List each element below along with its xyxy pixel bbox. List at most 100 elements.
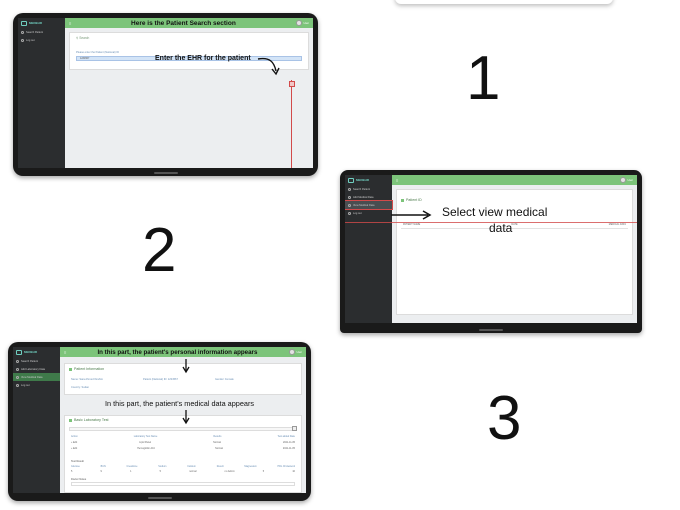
sidebar-item-search-patient[interactable]: Search Patient — [13, 357, 60, 365]
sidebar-item-search-patient[interactable]: Search Patient — [18, 28, 65, 36]
lab-test-heading-label: Basic Laboratory Test — [74, 418, 109, 422]
table-cell: + Edit — [71, 441, 78, 444]
submit-button[interactable] — [289, 81, 295, 87]
sidebar-item-log-out[interactable]: Log out — [345, 209, 392, 217]
table-cell: Laboratory Test Name — [133, 435, 158, 438]
document-icon — [16, 375, 19, 379]
app-logo: MEDEHR — [18, 18, 65, 28]
table-row: + Edit Hemoglobin A1C Normal 2021-11-05 — [71, 447, 295, 450]
table-cell: Hemoglobin A1C — [137, 447, 156, 450]
monitor-icon — [348, 177, 354, 183]
table-header-row: Glucose BUN Creatinine Sodium Calcium Result M… — [71, 465, 295, 468]
user-label[interactable]: User — [297, 351, 302, 354]
avatar[interactable] — [288, 349, 295, 355]
table-cell: Results — [213, 435, 222, 438]
device-hinge — [147, 497, 172, 499]
table-cell: 2021-11-05 — [282, 441, 295, 444]
doctor-notes-field[interactable] — [71, 482, 295, 486]
laptop-step-2: MEDEHR Search Patient Add Medical Data V… — [340, 170, 642, 333]
main-content: ⚲ Search Please enter the Patient (Natio… — [65, 28, 313, 168]
avatar[interactable] — [295, 20, 302, 26]
main-content: Patient Information Name: Sara Ahmed Ibr… — [60, 357, 306, 493]
patient-id: Patient (National) ID: 1234567 — [143, 378, 178, 381]
table-cell: normal — [189, 470, 197, 473]
sidebar-item-label: View Medical Data — [353, 203, 375, 207]
down-arrow-icon — [182, 359, 190, 374]
sidebar-item-label: Log out — [21, 383, 30, 387]
table-cell: HDL Cholesterol — [277, 465, 295, 468]
sidebar-item-log-out[interactable]: Log out — [13, 381, 60, 389]
annotation-medical-data: In this part, the patient's medical data… — [105, 399, 255, 408]
previous-card-edge — [395, 0, 613, 4]
search-heading: ⚲ Search — [76, 36, 89, 40]
user-label[interactable]: User — [304, 22, 309, 25]
table-header-row: Action Laboratory Test Name Results Test ad… — [71, 435, 295, 438]
search-heading-label: Search — [79, 36, 90, 40]
menu-icon[interactable]: ≡ — [396, 178, 398, 183]
table-cell: Result — [216, 465, 224, 468]
sidebar-item-label: Search Patient — [26, 30, 44, 34]
logout-icon — [16, 383, 19, 387]
tablet-step-1: MEDEHR Search Patient Log out ≡ Here is … — [13, 13, 318, 176]
section-title: Here is the Patient Search section — [131, 19, 236, 27]
sidebar-item-add-medical-data[interactable]: Add Medical Data — [345, 193, 392, 201]
sidebar-item-search-patient[interactable]: Search Patient — [345, 185, 392, 193]
logo-text: MEDEHR — [356, 178, 370, 182]
screen-step-1: MEDEHR Search Patient Log out ≡ Here is … — [18, 18, 313, 168]
table-cell: no Admin — [224, 470, 235, 473]
section-title: In this part, the patient's personal inf… — [97, 348, 258, 356]
table-cell: 5 — [262, 470, 265, 473]
patient-name: Name: Sara Ahmed Ibrahim — [71, 378, 104, 381]
sidebar-item-add-laboratory-data[interactable]: Add Laboratory Data — [13, 365, 60, 373]
highlight-line — [291, 80, 292, 168]
table-row: 5 9 1 5 normal no Admin 5 10 — [71, 470, 295, 473]
table-cell: 1 — [130, 470, 132, 473]
panel-heading-label: Patient ID — [406, 198, 422, 202]
search-icon: ⚲ — [76, 36, 79, 40]
annotation-select-view-2: data — [489, 221, 513, 235]
app-logo: MEDEHR — [13, 347, 60, 357]
patient-gender: Gender: Female — [215, 378, 234, 381]
lab-search-input[interactable] — [69, 427, 297, 431]
user-label[interactable]: User — [628, 179, 633, 182]
table-cell: Glucose — [71, 465, 80, 468]
panel-icon — [69, 418, 72, 422]
search-button[interactable] — [292, 426, 297, 431]
sidebar-item-log-out[interactable]: Log out — [18, 36, 65, 44]
table-cell: PATIENT NAME — [403, 223, 421, 226]
sidebar-item-label: Log out — [353, 211, 362, 215]
table-cell: 5 — [71, 470, 73, 473]
top-bar: ≡ In this part, the patient's personal i… — [60, 347, 306, 357]
sidebar-item-label: Log out — [26, 38, 35, 42]
patient-info-heading: Patient Information — [69, 367, 104, 371]
device-hinge — [153, 172, 178, 174]
table-cell: Magnesium — [244, 465, 257, 468]
table-cell: 5 — [159, 470, 161, 473]
avatar[interactable] — [619, 177, 626, 183]
logout-icon — [348, 211, 351, 215]
top-bar: ≡ User — [392, 175, 637, 185]
table-cell: Normal — [215, 447, 223, 450]
table-cell: Test added Date — [277, 435, 295, 438]
sidebar-item-label: Search Patient — [353, 187, 371, 191]
monitor-icon — [16, 349, 22, 355]
sidebar: MEDEHR Search Patient Add Laboratory Dat… — [13, 347, 60, 493]
table-cell: Action — [71, 435, 78, 438]
monitor-icon — [21, 20, 27, 26]
document-icon — [348, 203, 351, 207]
table-cell: + Edit — [71, 447, 78, 450]
table-cell: Sodium — [158, 465, 167, 468]
table-row: + Edit Lipid Panel Normal 2021-11-05 — [71, 441, 295, 444]
screen-step-2: MEDEHR Search Patient Add Medical Data V… — [345, 175, 637, 323]
table-cell: 2021-11-05 — [282, 447, 295, 450]
logo-text: MEDEHR — [24, 350, 38, 354]
step-number-1: 1 — [466, 44, 501, 113]
sidebar-item-label: Add Medical Data — [353, 195, 374, 199]
table-divider — [401, 228, 628, 229]
logo-text: MEDEHR — [29, 21, 43, 25]
sidebar-item-view-medical-data[interactable]: View Medical Data — [13, 373, 60, 381]
sidebar-item-view-medical-data[interactable]: View Medical Data — [345, 200, 393, 210]
patient-info-heading-label: Patient Information — [74, 367, 105, 371]
sidebar-item-label: View Medical Data — [21, 375, 43, 379]
annotation-enter-ehr: Enter the EHR for the patient — [155, 55, 251, 62]
